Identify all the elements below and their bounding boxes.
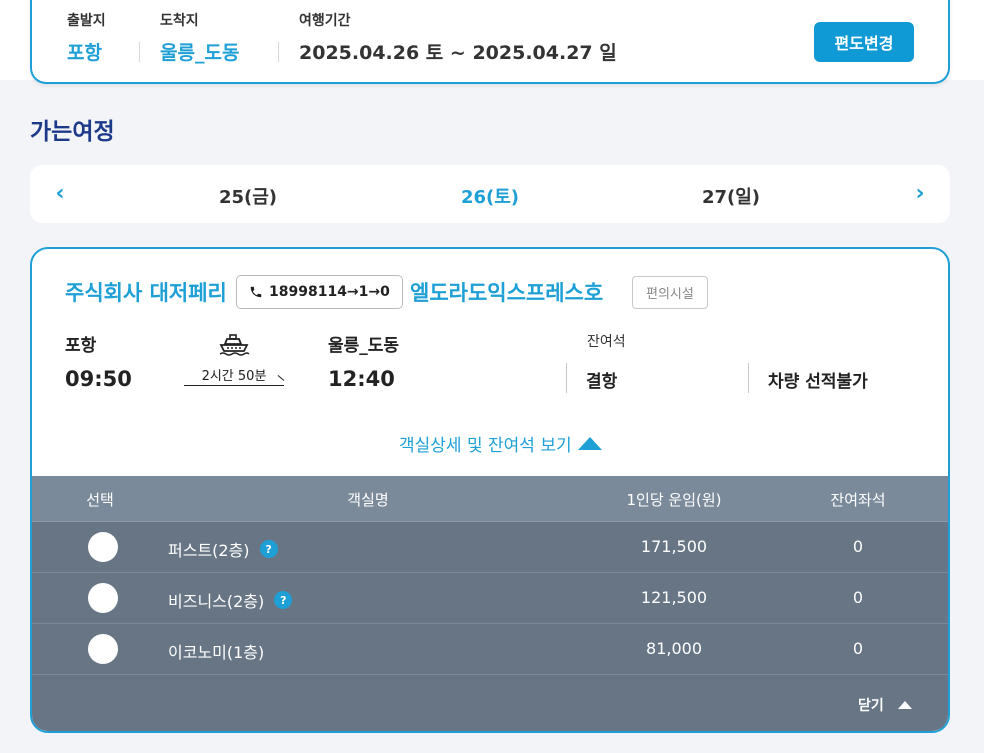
column-header-remaining: 잔여좌석: [830, 491, 886, 509]
date-selector: ‹ 25(금) 26(토) 27(일) ›: [30, 165, 950, 223]
cabin-detail-toggle[interactable]: 객실상세 및 잔여석 보기: [399, 431, 602, 456]
caret-up-icon: [897, 701, 912, 709]
ship-name: 엘도라도익스프레스호: [410, 281, 604, 305]
divider: [748, 363, 749, 393]
period-label: 여행기간: [299, 13, 351, 29]
help-icon[interactable]: ?: [274, 591, 293, 609]
departure-value: 포항: [67, 42, 102, 64]
origin-time: 09:50: [65, 367, 132, 391]
table-row: 이코노미(1층) 81,000 0: [32, 624, 948, 675]
column-header-cabin: 객실명: [347, 491, 389, 509]
company-name: 주식회사 대저페리: [65, 281, 227, 305]
period-block: 여행기간 2025.04.26 토 ~ 2025.04.27 일: [299, 10, 617, 65]
ship-icon: [219, 334, 250, 356]
cabin-remaining: 0: [852, 588, 864, 607]
duration-text: 2시간 50분: [201, 369, 267, 384]
departure-label: 출발지: [67, 13, 106, 29]
origin-port: 포항: [65, 336, 97, 356]
one-way-change-button[interactable]: 편도변경: [814, 22, 914, 62]
cabin-fare: 121,500: [640, 588, 708, 607]
column-header-fare: 1인당 운임(원): [626, 491, 722, 509]
date-item-26[interactable]: 26(토): [461, 183, 519, 209]
divider: [278, 42, 279, 62]
cabin-table: 선택 객실명 1인당 운임(원) 잔여좌석 퍼스트(2층) ? 171,500 …: [32, 476, 948, 731]
close-label: 닫기: [858, 698, 884, 714]
arrival-label: 도착지: [160, 13, 199, 29]
status-vehicle: 차량 선적불가: [768, 372, 868, 392]
cabin-name: 퍼스트(2층) ?: [168, 537, 278, 561]
cabin-remaining: 0: [852, 639, 864, 658]
arrival-value: 울릉_도동: [160, 42, 240, 64]
departure-block: 출발지 포항: [67, 10, 106, 65]
cabin-name: 비즈니스(2층) ?: [168, 588, 293, 612]
arrival-block: 도착지 울릉_도동: [160, 10, 239, 65]
period-value: 2025.04.26 토 ~ 2025.04.27 일: [299, 42, 617, 64]
phone-icon: [250, 286, 262, 298]
table-row: 비즈니스(2층) ? 121,500 0: [32, 573, 948, 624]
cabin-name-text: 퍼스트(2층): [168, 541, 250, 560]
seat-label: 잔여석: [587, 334, 626, 350]
ferry-card: 주식회사 대저페리 18998114→1→0 엘도라도익스프레스호 편의시설 포…: [30, 247, 950, 733]
cabin-radio[interactable]: [88, 583, 118, 613]
date-item-25[interactable]: 25(금): [219, 183, 277, 209]
cabin-remaining: 0: [852, 537, 864, 556]
section-title: 가는여정: [30, 119, 115, 145]
chevron-left-icon[interactable]: ‹: [48, 181, 72, 206]
chevron-right-icon[interactable]: ›: [908, 181, 932, 206]
cabin-fare: 81,000: [646, 639, 702, 658]
table-header: 선택 객실명 1인당 운임(원) 잔여좌석: [32, 476, 948, 522]
divider: [139, 42, 140, 62]
cabin-name-text: 비즈니스(2층): [168, 592, 265, 611]
caret-up-icon: [577, 437, 602, 450]
facilities-button[interactable]: 편의시설: [632, 276, 708, 309]
table-row: 퍼스트(2층) ? 171,500 0: [32, 522, 948, 573]
cabin-name-text: 이코노미(1층): [168, 643, 265, 662]
destination-port: 울릉_도동: [328, 336, 400, 356]
cabin-fare: 171,500: [640, 537, 708, 556]
date-item-27[interactable]: 27(일): [702, 183, 760, 209]
destination-time: 12:40: [328, 367, 395, 391]
status-cancelled: 결항: [586, 372, 618, 392]
close-button[interactable]: 닫기: [858, 695, 912, 715]
help-icon[interactable]: ?: [259, 540, 278, 558]
phone-number: 18998114→1→0: [236, 275, 403, 309]
cabin-detail-label: 객실상세 및 잔여석 보기: [399, 436, 572, 456]
divider: [566, 363, 567, 393]
column-header-select: 선택: [86, 491, 114, 509]
cabin-name: 이코노미(1층): [168, 639, 264, 663]
cabin-radio[interactable]: [88, 634, 118, 664]
cabin-radio[interactable]: [88, 532, 118, 562]
phone-text: 18998114→1→0: [269, 284, 390, 300]
route-summary-card: 출발지 포항 도착지 울릉_도동 여행기간 2025.04.26 토 ~ 202…: [30, 0, 950, 84]
duration-arrow-line: [184, 385, 284, 386]
